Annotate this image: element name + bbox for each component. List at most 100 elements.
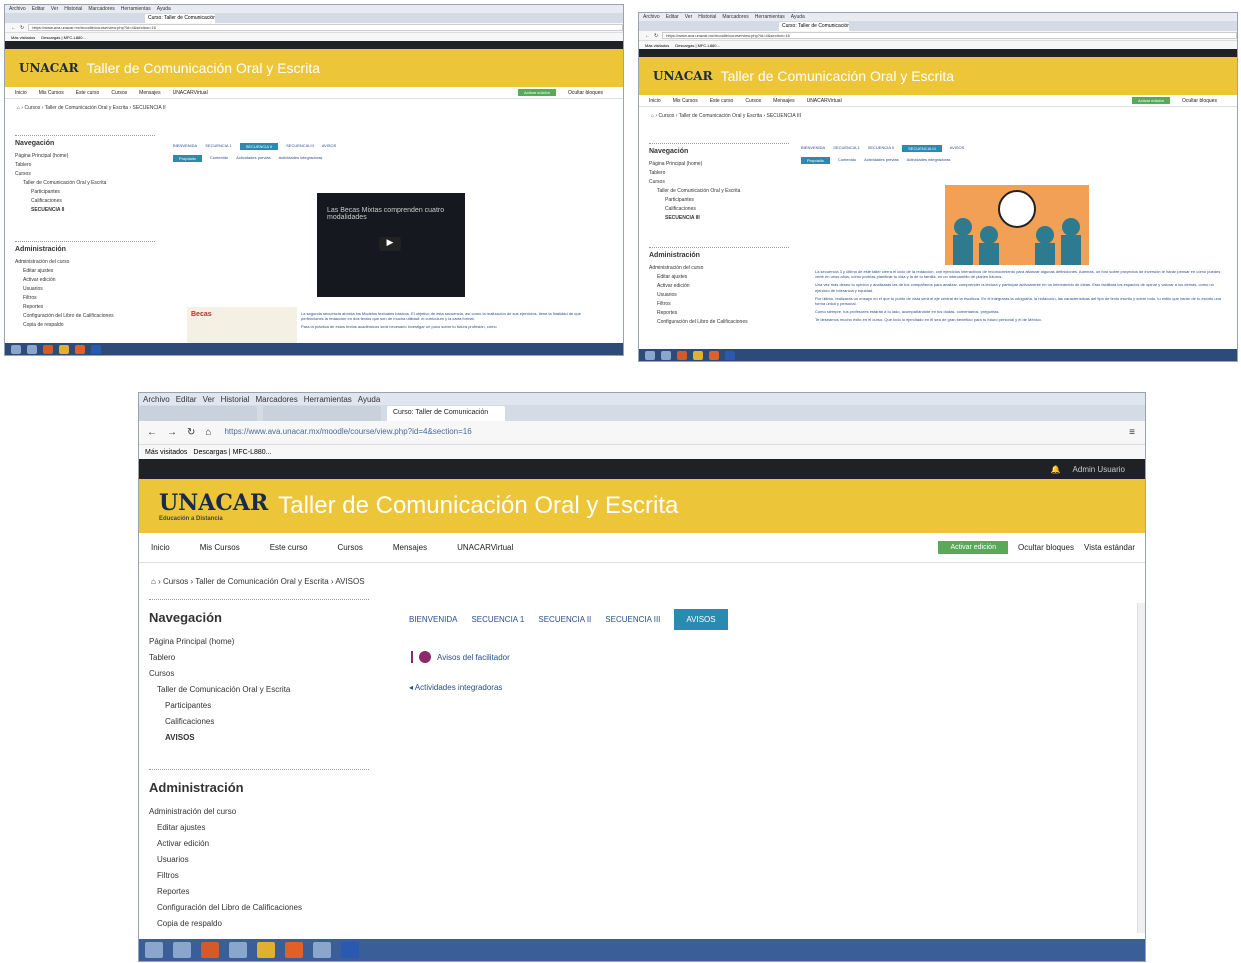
admin-curso[interactable]: Administración del curso <box>149 807 369 816</box>
browser-tab-2[interactable] <box>263 406 381 421</box>
bookmark-mas-visitados[interactable]: Más visitados <box>11 35 35 40</box>
admin-usuarios[interactable]: Usuarios <box>149 855 369 864</box>
nav-inicio[interactable]: Inicio <box>649 98 661 104</box>
firefox-icon[interactable] <box>285 942 303 958</box>
nav-mis-cursos[interactable]: Mis Cursos <box>200 543 240 552</box>
admin-config-libro[interactable]: Configuración del Libro de Calificacione… <box>15 313 155 319</box>
nav-calificaciones[interactable]: Calificaciones <box>15 198 155 204</box>
notifications-icon[interactable]: 🔔 <box>1051 465 1061 474</box>
admin-reportes[interactable]: Reportes <box>15 304 155 310</box>
admin-copia[interactable]: Copia de respaldo <box>149 919 369 928</box>
nav-course[interactable]: Taller de Comunicación Oral y Escrita <box>149 685 369 694</box>
ocultar-bloques-link[interactable]: Ocultar bloques <box>568 90 603 96</box>
ocultar-bloques-link[interactable]: Ocultar bloques <box>1182 98 1217 104</box>
word-icon[interactable] <box>91 344 101 354</box>
admin-copia[interactable]: Copia de respaldo <box>15 322 155 328</box>
tab-bienvenida[interactable]: BIENVENIDA <box>173 143 197 150</box>
office-icon[interactable] <box>677 350 687 360</box>
tab-secuencia-2[interactable]: SECUENCIA II <box>868 145 894 152</box>
home-icon[interactable]: ⌂ <box>651 113 654 119</box>
nav-calificaciones[interactable]: Calificaciones <box>649 206 789 212</box>
tab-secuencia-3[interactable]: SECUENCIA III <box>902 145 942 152</box>
nav-cursos[interactable]: Cursos <box>338 543 363 552</box>
menu-ayuda[interactable]: Ayuda <box>791 14 805 20</box>
admin-activar-edicion[interactable]: Activar edición <box>15 277 155 283</box>
admin-reportes[interactable]: Reportes <box>149 887 369 896</box>
word-icon[interactable] <box>341 942 359 958</box>
admin-filtros[interactable]: Filtros <box>649 301 789 307</box>
outlook-icon[interactable] <box>661 350 671 360</box>
office-icon[interactable] <box>201 942 219 958</box>
admin-editar-ajustes[interactable]: Editar ajustes <box>149 823 369 832</box>
nav-este-curso[interactable]: Este curso <box>270 543 308 552</box>
subtab-actividades-integradoras[interactable]: Actividades integradoras <box>279 155 323 162</box>
admin-activar-edicion[interactable]: Activar edición <box>149 839 369 848</box>
home-icon[interactable]: ⌂ <box>151 577 156 586</box>
play-icon[interactable]: ▶ <box>379 237 401 251</box>
chrome-icon[interactable] <box>693 350 703 360</box>
nav-unacarvirtual[interactable]: UNACARVirtual <box>457 543 513 552</box>
nav-inicio[interactable]: Inicio <box>151 543 170 552</box>
menu-ayuda[interactable]: Ayuda <box>358 395 381 404</box>
menu-editar[interactable]: Editar <box>666 14 679 20</box>
nav-mensajes[interactable]: Mensajes <box>393 543 427 552</box>
user-menu[interactable]: Admin Usuario <box>1073 465 1125 474</box>
start-icon[interactable] <box>645 350 655 360</box>
bookmark-mas-visitados[interactable]: Más visitados <box>145 449 187 456</box>
activar-edicion-button[interactable]: Activar edición <box>517 89 556 96</box>
nav-course[interactable]: Taller de Comunicación Oral y Escrita <box>649 188 789 194</box>
video-player[interactable]: Las Becas Mixtas comprenden cuatro modal… <box>317 193 465 297</box>
reload-icon[interactable]: ↻ <box>654 33 658 39</box>
explorer-icon[interactable] <box>229 942 247 958</box>
reload-icon[interactable]: ↻ <box>187 427 195 438</box>
nav-cursos-tree[interactable]: Cursos <box>149 669 369 678</box>
admin-activar-edicion[interactable]: Activar edición <box>649 283 789 289</box>
back-icon[interactable]: ← <box>645 33 650 39</box>
vista-estandar-link[interactable]: Vista estándar <box>1084 543 1135 552</box>
nav-section[interactable]: SECUENCIA II <box>15 207 155 213</box>
admin-filtros[interactable]: Filtros <box>149 871 369 880</box>
nav-participantes[interactable]: Participantes <box>649 197 789 203</box>
menu-ayuda[interactable]: Ayuda <box>157 6 171 12</box>
menu-ver[interactable]: Ver <box>51 6 59 12</box>
menu-editar[interactable]: Editar <box>176 395 197 404</box>
chrome-icon[interactable] <box>257 942 275 958</box>
firefox-icon[interactable] <box>75 344 85 354</box>
back-icon[interactable]: ← <box>11 25 16 31</box>
page-scrollbar[interactable] <box>1137 603 1145 933</box>
menu-marcadores[interactable]: Marcadores <box>256 395 298 404</box>
menu-historial[interactable]: Historial <box>64 6 82 12</box>
breadcrumb-cursos[interactable]: Cursos <box>24 105 40 111</box>
home-icon[interactable]: ⌂ <box>205 427 211 438</box>
back-icon[interactable]: ← <box>147 427 157 438</box>
nav-section[interactable]: AVISOS <box>149 733 369 742</box>
nav-mensajes[interactable]: Mensajes <box>139 90 160 96</box>
menu-herramientas[interactable]: Herramientas <box>304 395 352 404</box>
admin-curso[interactable]: Administración del curso <box>649 265 789 271</box>
start-icon[interactable] <box>11 344 21 354</box>
nav-home[interactable]: Página Principal (home) <box>149 637 369 646</box>
url-field[interactable]: https://www.ava.unacar.mx/moodle/course/… <box>662 32 1237 39</box>
bookmark-descargas[interactable]: Descargas | MFC-L880... <box>675 43 720 48</box>
nav-calificaciones[interactable]: Calificaciones <box>149 717 369 726</box>
menu-herramientas[interactable]: Herramientas <box>121 6 151 12</box>
menu-historial[interactable]: Historial <box>698 14 716 20</box>
bookmark-descargas[interactable]: Descargas | MFC-L880... <box>41 35 86 40</box>
menu-marcadores[interactable]: Marcadores <box>722 14 748 20</box>
outlook-icon[interactable] <box>173 942 191 958</box>
browser-tab[interactable]: Curso: Taller de Comunicación <box>779 22 849 31</box>
url-field[interactable]: https://www.ava.unacar.mx/moodle/course/… <box>28 24 623 31</box>
subtab-actividades-integradoras[interactable]: Actividades integradoras <box>907 157 951 164</box>
menu-herramientas[interactable]: Herramientas <box>755 14 785 20</box>
subtab-proposito[interactable]: Propósito <box>173 155 202 162</box>
nav-cursos-tree[interactable]: Cursos <box>649 179 789 185</box>
word-icon[interactable] <box>725 350 735 360</box>
bookmark-mas-visitados[interactable]: Más visitados <box>645 43 669 48</box>
start-icon[interactable] <box>145 942 163 958</box>
tab-bienvenida[interactable]: BIENVENIDA <box>801 145 825 152</box>
activar-edicion-button[interactable]: Activar edición <box>1131 97 1170 104</box>
subtab-contenido[interactable]: Contenido <box>838 157 856 164</box>
reload-icon[interactable]: ↻ <box>20 25 24 31</box>
home-icon[interactable]: ⌂ <box>17 105 20 111</box>
menu-archivo[interactable]: Archivo <box>9 6 26 12</box>
